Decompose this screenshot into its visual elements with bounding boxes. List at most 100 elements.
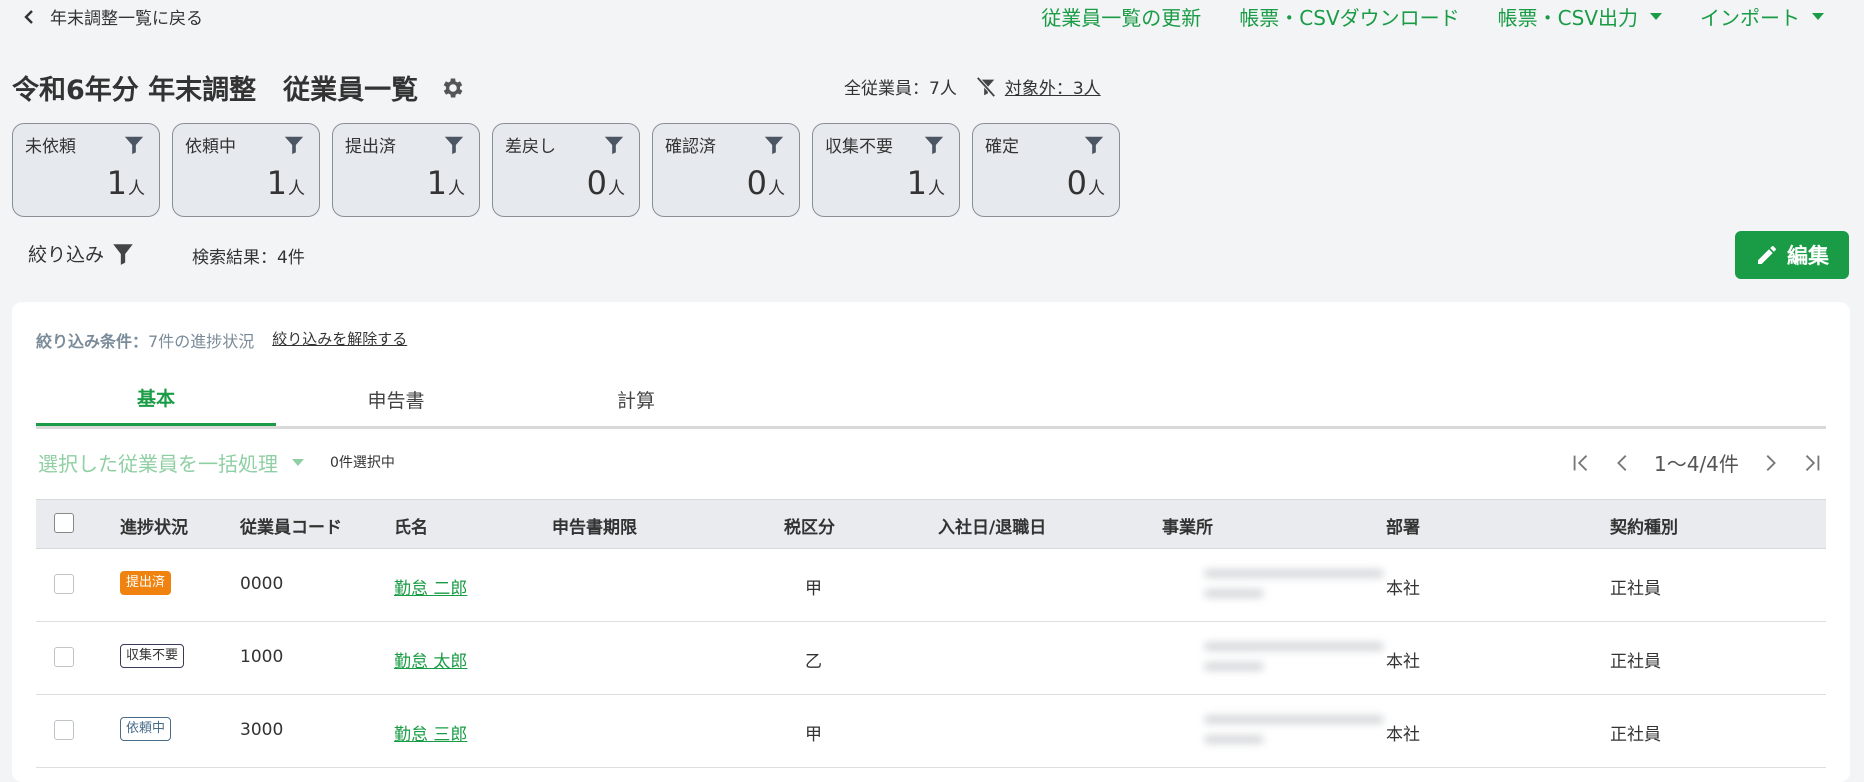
- prev-page-icon[interactable]: [1612, 452, 1634, 474]
- office-redacted: [1176, 622, 1404, 694]
- department: 本社: [1386, 725, 1420, 745]
- status-card-count: 1人: [907, 164, 945, 202]
- employee-table: 進捗状況 従業員コード 氏名 申告書期限 税区分 入社日/退職日 事業所 部署 …: [36, 499, 1826, 768]
- condition-label: 絞り込み条件：: [36, 332, 149, 351]
- department: 本社: [1386, 652, 1420, 672]
- status-card-label: 確認済: [665, 137, 716, 157]
- status-card-submitted[interactable]: 提出済 1人: [332, 123, 480, 217]
- excluded-label: 対象外：3人: [1004, 79, 1101, 99]
- status-card-count: 0人: [1067, 164, 1105, 202]
- first-page-icon[interactable]: [1570, 452, 1592, 474]
- count-unit: 人: [768, 179, 785, 199]
- filter-icon: [284, 136, 304, 155]
- tab-basic[interactable]: 基本: [36, 372, 276, 426]
- contract-type: 正社員: [1610, 579, 1661, 599]
- import-dropdown[interactable]: インポート: [1700, 2, 1824, 31]
- last-page-icon[interactable]: [1801, 452, 1823, 474]
- status-card-count: 0人: [747, 164, 785, 202]
- employee-code: 0000: [240, 574, 284, 594]
- status-card-requested[interactable]: 依頼中 1人: [172, 123, 320, 217]
- status-badge: 依頼中: [120, 717, 172, 741]
- table-row: 依頼中 3000 勤怠 三郎 甲 本社 正社員: [36, 695, 1826, 768]
- count-unit: 人: [448, 179, 465, 199]
- filter-label: 絞り込み: [28, 244, 105, 266]
- edit-button[interactable]: 編集: [1735, 231, 1849, 279]
- count-value: 0: [1066, 164, 1087, 202]
- filter-off-icon: [976, 76, 996, 97]
- next-page-icon[interactable]: [1759, 452, 1781, 474]
- employee-counts: 全従業員：7人 対象外：3人: [844, 74, 1101, 99]
- page-range: 1〜4/4件: [1654, 452, 1739, 476]
- filter-icon: [764, 136, 784, 155]
- gear-icon[interactable]: [440, 75, 466, 101]
- output-dropdown[interactable]: 帳票・CSV出力: [1498, 2, 1662, 31]
- header-status[interactable]: 進捗状況: [120, 513, 188, 538]
- status-card-label: 確定: [985, 137, 1019, 157]
- pencil-icon: [1758, 246, 1776, 264]
- status-card-not-needed[interactable]: 収集不要 1人: [812, 123, 960, 217]
- header-contract-type[interactable]: 契約種別: [1610, 513, 1678, 538]
- count-unit: 人: [128, 179, 145, 199]
- status-card-count: 1人: [107, 164, 145, 202]
- status-card-count: 1人: [427, 164, 465, 202]
- header-hire-date[interactable]: 入社日/退職日: [938, 513, 1046, 538]
- edit-label: 編集: [1787, 244, 1829, 268]
- clear-filter-link[interactable]: 絞り込みを解除する: [272, 328, 407, 352]
- department: 本社: [1386, 579, 1420, 599]
- tab-calculation[interactable]: 計算: [516, 372, 756, 426]
- count-unit: 人: [928, 179, 945, 199]
- status-badge: 提出済: [120, 571, 172, 595]
- employee-name-link[interactable]: 勤怠 太郎: [394, 647, 467, 672]
- status-card-count: 1人: [267, 164, 305, 202]
- back-link[interactable]: 年末調整一覧に戻る: [22, 4, 203, 29]
- count-value: 1: [106, 164, 127, 202]
- filter-icon: [924, 136, 944, 155]
- status-card-label: 収集不要: [825, 137, 893, 157]
- header-office[interactable]: 事業所: [1162, 513, 1213, 538]
- status-card-finalized[interactable]: 確定 0人: [972, 123, 1120, 217]
- status-card-confirmed[interactable]: 確認済 0人: [652, 123, 800, 217]
- selected-count: 0件選択中: [330, 455, 395, 471]
- header-tax-class[interactable]: 税区分: [784, 513, 835, 538]
- tab-declaration[interactable]: 申告書: [276, 372, 516, 426]
- count-value: 0: [586, 164, 607, 202]
- status-card-unrequested[interactable]: 未依頼 1人: [12, 123, 160, 217]
- search-results-count: 検索結果：4件: [192, 248, 305, 268]
- office-redacted: [1176, 549, 1404, 621]
- excluded-link[interactable]: 対象外：3人: [975, 74, 1101, 99]
- back-label: 年末調整一覧に戻る: [50, 9, 203, 29]
- filter-icon: [1084, 136, 1104, 155]
- count-unit: 人: [288, 179, 305, 199]
- count-value: 1: [906, 164, 927, 202]
- filter-icon: [113, 243, 133, 265]
- count-unit: 人: [608, 179, 625, 199]
- status-cards: 未依頼 1人 依頼中 1人 提出済 1人 差戻し 0人 確認済 0人 収集不要 …: [12, 123, 1120, 217]
- status-card-label: 未依頼: [25, 137, 76, 157]
- employee-name-link[interactable]: 勤怠 三郎: [394, 720, 467, 745]
- total-employees: 全従業員：7人: [844, 79, 957, 99]
- refresh-employees-link[interactable]: 従業員一覧の更新: [1041, 2, 1201, 31]
- row-checkbox[interactable]: [54, 574, 74, 594]
- header-name[interactable]: 氏名: [394, 513, 428, 538]
- table-row: 提出済 0000 勤怠 二郎 甲 本社 正社員: [36, 549, 1826, 622]
- filter-icon: [124, 136, 144, 155]
- table-row: 収集不要 1000 勤怠 太郎 乙 本社 正社員: [36, 622, 1826, 695]
- status-badge: 収集不要: [120, 644, 185, 668]
- select-all-checkbox[interactable]: [54, 513, 74, 533]
- header-department[interactable]: 部署: [1386, 513, 1420, 538]
- caret-down-icon: [292, 459, 304, 466]
- download-link[interactable]: 帳票・CSVダウンロード: [1239, 2, 1459, 31]
- row-checkbox[interactable]: [54, 720, 74, 740]
- tax-class: 乙: [805, 652, 822, 672]
- employee-name-link[interactable]: 勤怠 二郎: [394, 574, 467, 599]
- count-value: 0: [746, 164, 767, 202]
- filter-toggle[interactable]: 絞り込み: [28, 240, 136, 267]
- bulk-action-dropdown[interactable]: 選択した従業員を一括処理: [38, 448, 304, 477]
- count-unit: 人: [1088, 179, 1105, 199]
- row-checkbox[interactable]: [54, 647, 74, 667]
- header-employee-code[interactable]: 従業員コード: [240, 513, 342, 538]
- status-card-returned[interactable]: 差戻し 0人: [492, 123, 640, 217]
- status-card-label: 差戻し: [505, 137, 556, 157]
- tax-class: 甲: [805, 725, 822, 745]
- header-deadline[interactable]: 申告書期限: [552, 513, 637, 538]
